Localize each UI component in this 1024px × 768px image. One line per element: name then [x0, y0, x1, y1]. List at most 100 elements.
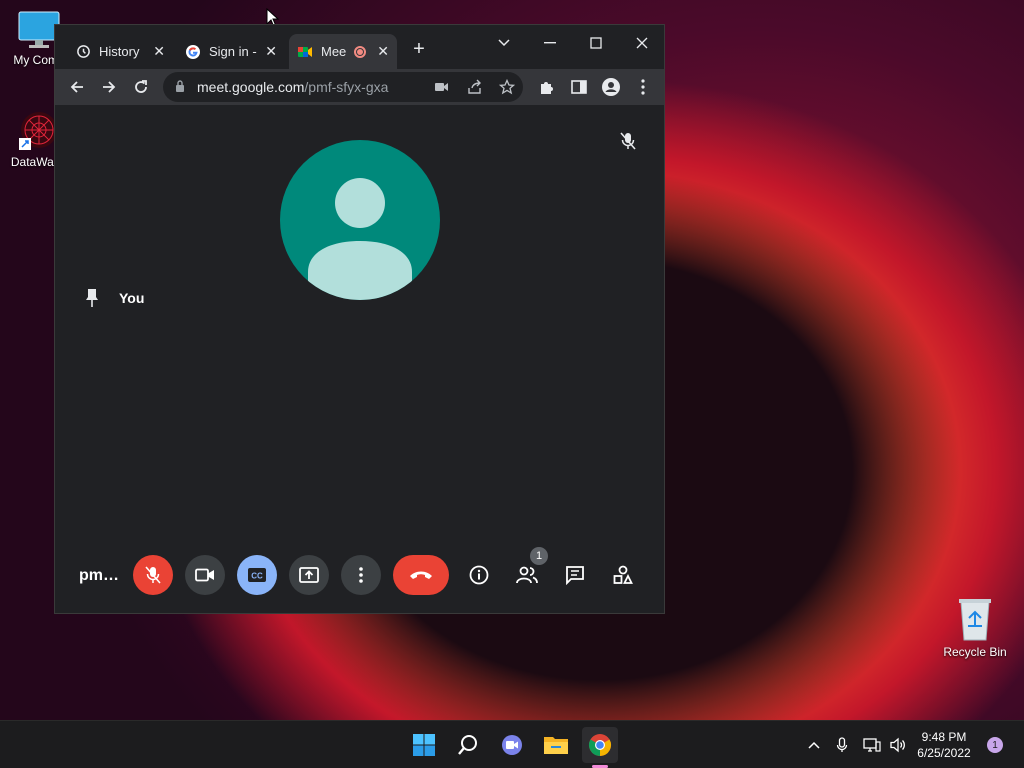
present-screen-button[interactable] [289, 555, 329, 595]
profile-icon [602, 78, 620, 96]
tab-history[interactable]: History ✕ [67, 34, 173, 69]
network-icon [863, 738, 881, 752]
chrome-menu-button[interactable] [631, 75, 655, 99]
side-panel-icon [571, 80, 587, 94]
speaker-icon [890, 737, 905, 753]
chat-button[interactable] [561, 561, 589, 589]
kebab-menu-icon [359, 567, 363, 583]
leave-call-button[interactable] [393, 555, 449, 595]
puzzle-icon [541, 82, 553, 94]
reload-button[interactable] [129, 75, 153, 99]
chevron-down-icon [498, 39, 510, 47]
svg-text:CC: CC [251, 572, 263, 581]
taskbar: 9:48 PM 6/25/2022 1 [0, 720, 1024, 768]
folder-icon [544, 737, 568, 754]
desktop-icon-recycle-bin[interactable]: Recycle Bin [936, 596, 1014, 659]
people-button[interactable] [513, 561, 541, 589]
people-icon [516, 566, 538, 584]
kebab-menu-icon [641, 79, 645, 95]
lock-icon [175, 80, 185, 98]
forward-button[interactable] [97, 75, 121, 99]
arrow-left-icon [70, 81, 83, 93]
start-button[interactable] [406, 727, 442, 763]
taskbar-clock[interactable]: 9:48 PM 6/25/2022 [912, 729, 976, 761]
clock-time: 9:48 PM [921, 730, 967, 744]
tab-label: Sign in - [209, 44, 257, 59]
person-icon [308, 178, 412, 300]
camera-toggle-button[interactable] [185, 555, 225, 595]
captions-button[interactable]: CC [237, 555, 277, 595]
participant-muted-icon [620, 132, 636, 155]
meeting-code[interactable]: pm… [79, 567, 119, 585]
minimize-button[interactable] [527, 29, 573, 57]
camera-in-use-icon[interactable] [435, 80, 449, 98]
reload-icon [135, 80, 147, 93]
hang-up-phone-icon [410, 571, 432, 579]
meet-controls-bar: pm… CC 1 [55, 547, 664, 613]
share-icon[interactable] [467, 79, 483, 100]
meet-stage: You pm… CC 1 [55, 105, 664, 613]
clock-date: 6/25/2022 [917, 746, 971, 760]
back-button[interactable] [65, 75, 89, 99]
show-hidden-icons-button[interactable] [804, 735, 824, 755]
desktop-icon-label: Recycle Bin [943, 645, 1007, 659]
browser-window: History ✕ Sign in - ✕ Mee ✕ + meet.googl… [54, 24, 665, 614]
close-tab-icon[interactable]: ✕ [153, 43, 165, 60]
url-path: /pmf-sfyx-gxa [304, 79, 389, 95]
url-host: meet.google.com [197, 79, 305, 95]
participant-name: You [119, 290, 145, 306]
more-options-button[interactable] [341, 555, 381, 595]
close-window-button[interactable] [619, 29, 665, 57]
minimize-icon [544, 42, 556, 44]
participant-count-badge: 1 [530, 547, 548, 565]
close-icon [636, 37, 648, 49]
side-panel-button[interactable] [567, 75, 591, 99]
search-button[interactable] [450, 727, 486, 763]
chrome-taskbar-button[interactable] [582, 727, 618, 763]
pin-icon[interactable] [85, 288, 99, 313]
url-text: meet.google.com/pmf-sfyx-gxa [197, 79, 388, 95]
activities-button[interactable] [609, 561, 637, 589]
meeting-details-button[interactable] [465, 561, 493, 589]
tab-search-button[interactable] [481, 29, 527, 57]
chrome-icon [589, 734, 611, 756]
tab-meet[interactable]: Mee ✕ [289, 34, 397, 69]
address-bar[interactable]: meet.google.com/pmf-sfyx-gxa [163, 72, 523, 102]
google-icon [185, 44, 201, 60]
new-tab-button[interactable]: + [409, 38, 429, 61]
present-screen-icon [299, 567, 319, 583]
mic-off-icon [145, 566, 161, 584]
bookmark-star-icon[interactable] [498, 78, 516, 100]
close-tab-icon[interactable]: ✕ [265, 43, 277, 60]
profile-button[interactable] [599, 75, 623, 99]
history-icon [75, 44, 91, 60]
microphone-tray-icon[interactable] [832, 735, 852, 755]
tab-label: History [99, 44, 140, 59]
maximize-icon [590, 37, 602, 49]
notification-count-badge[interactable]: 1 [987, 737, 1003, 753]
file-explorer-button[interactable] [538, 727, 574, 763]
tab-label: Mee [321, 44, 347, 59]
recycle-bin-icon [955, 596, 995, 642]
search-icon [458, 735, 477, 755]
network-tray-icon[interactable] [862, 735, 882, 755]
teams-chat-button[interactable] [494, 727, 530, 763]
google-meet-icon [297, 44, 313, 60]
extensions-button[interactable] [535, 75, 559, 99]
browser-toolbar: meet.google.com/pmf-sfyx-gxa [55, 69, 664, 105]
arrow-right-icon [103, 81, 116, 93]
video-camera-icon [195, 568, 214, 582]
close-tab-icon[interactable]: ✕ [377, 43, 389, 60]
tab-strip: History ✕ Sign in - ✕ Mee ✕ + [55, 25, 664, 69]
tab-sign-in[interactable]: Sign in - ✕ [177, 34, 285, 69]
volume-tray-icon[interactable] [888, 735, 908, 755]
microphone-icon [836, 737, 848, 752]
microphone-toggle-button[interactable] [133, 555, 173, 595]
chat-camera-icon [502, 735, 522, 755]
windows-logo-icon [413, 734, 435, 756]
participant-avatar [280, 140, 440, 300]
closed-captions-icon: CC [248, 568, 266, 582]
maximize-button[interactable] [573, 29, 619, 57]
chevron-up-icon [808, 741, 820, 749]
activities-shapes-icon [613, 565, 633, 584]
